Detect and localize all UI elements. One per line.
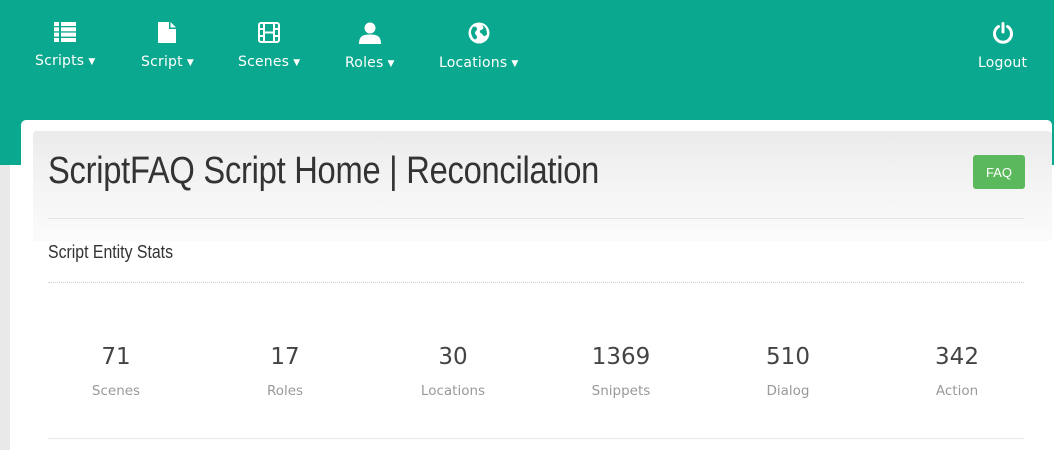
power-icon [992, 22, 1013, 44]
stat-value: 1369 [591, 344, 651, 370]
left-gutter [0, 165, 10, 450]
stat-dialog: 510 Dialog [718, 342, 858, 399]
nav-script[interactable]: Script ▼ [141, 22, 194, 70]
section-divider [48, 282, 1024, 283]
stat-value: 17 [270, 344, 300, 370]
stat-snippets: 1369 Snippets [551, 342, 691, 399]
nav-script-label: Script [141, 54, 183, 70]
stat-scenes: 71 Scenes [46, 342, 186, 399]
user-icon [358, 22, 381, 44]
list-icon [54, 22, 77, 42]
stat-value: 71 [101, 344, 131, 370]
section-heading: Script Entity Stats [48, 242, 174, 262]
nav-locations-label: Locations [439, 55, 508, 71]
file-icon [158, 22, 177, 43]
caret-down-icon: ▼ [387, 59, 395, 69]
nav-roles[interactable]: Roles ▼ [345, 22, 395, 71]
logout-label: Logout [978, 55, 1028, 71]
nav-scenes[interactable]: Scenes ▼ [238, 22, 300, 70]
stats-divider [48, 438, 1024, 439]
globe-icon [468, 22, 490, 44]
logout-button[interactable]: Logout [978, 22, 1027, 71]
faq-button[interactable]: FAQ [973, 155, 1025, 189]
page-title: ScriptFAQ Script Home | Reconcilation [48, 150, 600, 192]
stat-action: 342 Action [887, 342, 1027, 399]
caret-down-icon: ▼ [186, 58, 194, 68]
caret-down-icon: ▼ [293, 58, 301, 68]
stat-label: Snippets [591, 383, 651, 399]
stat-label: Dialog [766, 383, 810, 399]
header-divider [48, 218, 1024, 219]
stat-label: Action [935, 383, 979, 399]
stat-label: Roles [266, 383, 304, 399]
nav-scripts-label: Scripts [35, 53, 85, 69]
caret-down-icon: ▼ [511, 59, 519, 69]
nav-locations[interactable]: Locations ▼ [439, 22, 518, 71]
stat-value: 30 [438, 344, 468, 370]
stat-label: Locations [420, 383, 486, 399]
nav-scripts[interactable]: Scripts ▼ [35, 22, 95, 69]
stat-value: 510 [766, 344, 810, 370]
caret-down-icon: ▼ [88, 57, 96, 67]
film-icon [258, 22, 281, 43]
nav-roles-label: Roles [345, 55, 384, 71]
stat-value: 342 [935, 344, 979, 370]
stat-locations: 30 Locations [383, 342, 523, 399]
stat-roles: 17 Roles [215, 342, 355, 399]
nav-scenes-label: Scenes [238, 54, 290, 70]
stat-label: Scenes [91, 383, 141, 399]
